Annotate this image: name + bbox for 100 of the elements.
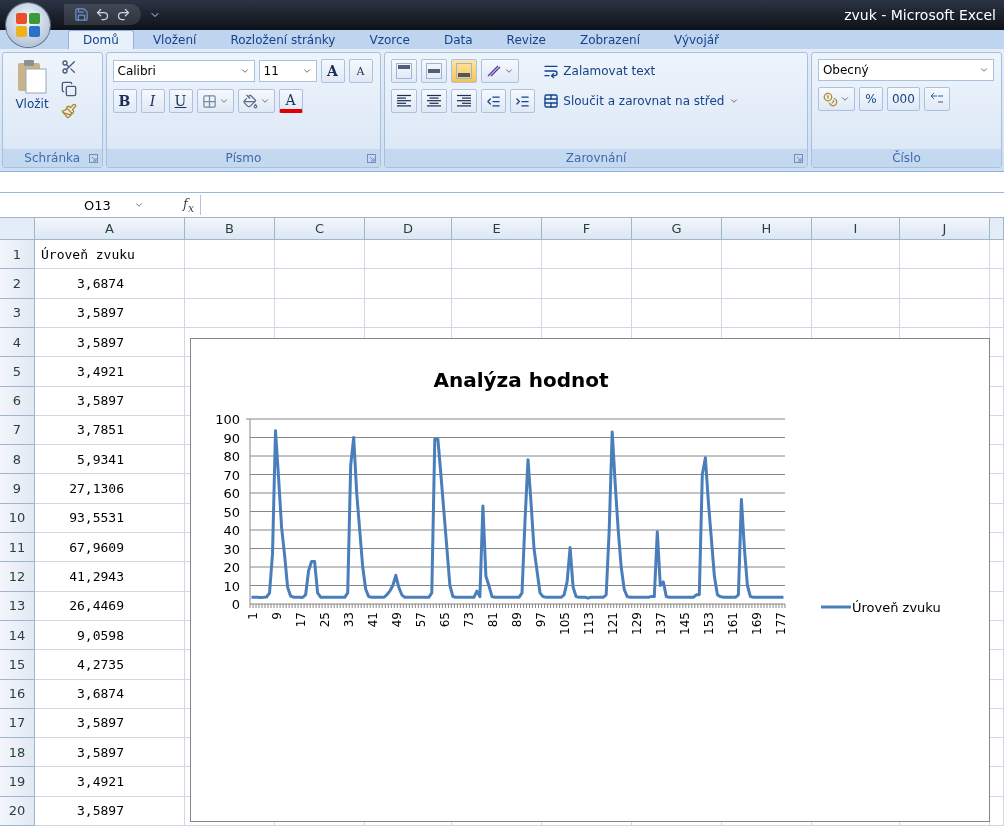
empty-cell (990, 298, 1004, 328)
axis-label: 30 (223, 541, 240, 557)
wrap-text-icon (543, 63, 560, 80)
function-label[interactable]: f$_{x}$ (154, 195, 194, 215)
cut-icon[interactable] (61, 59, 77, 76)
align-left-button[interactable] (391, 89, 418, 114)
axis-label: 90 (223, 430, 240, 446)
name-box[interactable]: O13 (0, 195, 148, 216)
vertical-align-button[interactable] (451, 59, 478, 84)
group-label: Schránka (24, 151, 81, 166)
format-painter-icon[interactable] (61, 103, 77, 120)
column-header[interactable]: A (35, 218, 185, 241)
currency-button[interactable] (817, 87, 855, 112)
table-cell: 3,5897 (35, 298, 185, 328)
align-center-button[interactable] (421, 89, 448, 114)
shrink-font-button[interactable]: A (348, 59, 373, 84)
orientation-button[interactable] (481, 59, 520, 84)
chart-legend: Úroveň zvuku (821, 600, 941, 616)
column-header[interactable]: G (632, 218, 722, 241)
table-cell: 9,0598 (35, 620, 185, 651)
decrease-indent-button[interactable] (481, 89, 507, 114)
axis-label: 129 (630, 612, 645, 635)
copy-icon[interactable] (61, 81, 77, 98)
align-left-icon (396, 94, 413, 109)
underline-button[interactable]: U (168, 89, 193, 114)
ribbon-tab[interactable]: Vývojář (659, 30, 735, 50)
wrap-text-button[interactable]: Zalamovat text (541, 59, 741, 84)
ribbon-tab[interactable]: Rozložení stránky (215, 30, 351, 50)
row-header[interactable]: 11 (0, 533, 35, 563)
axis-label: 80 (223, 449, 240, 465)
align-bottom-icon (456, 63, 473, 80)
axis-label: 121 (606, 612, 621, 635)
column-header[interactable]: I (812, 218, 900, 241)
align-right-button[interactable] (451, 89, 478, 114)
axis-label: 10 (223, 578, 240, 594)
row-header[interactable]: 4 (0, 327, 35, 358)
row-header[interactable]: 6 (0, 386, 35, 416)
column-header[interactable]: H (722, 218, 812, 241)
merge-center-button[interactable]: Sloučit a zarovnat na střed (541, 89, 741, 114)
axis-label: 70 (223, 467, 240, 483)
diagonal-text-icon (486, 64, 503, 79)
ribbon-tab[interactable]: Data (428, 30, 488, 50)
table-cell: 67,9609 (35, 533, 185, 563)
font-size-field[interactable]: 11 (258, 60, 317, 83)
row-header[interactable]: 17 (0, 708, 35, 739)
vertical-align-button[interactable] (391, 59, 418, 84)
table-cell: 3,6874 (35, 269, 185, 299)
column-header[interactable]: C (275, 218, 365, 241)
row-header[interactable]: 5 (0, 357, 35, 387)
chart-area[interactable]: Analýza hodnot 0 10 20 30 40 50 60 70 80 90 100 1 9 17 25 33 41 49 57 65 73 81 89 97 105 113 121 129 137 145 153 161 169 177 Úroveň zvuku (190, 338, 990, 823)
vertical-align-button[interactable] (421, 59, 448, 84)
bold-button[interactable]: B (112, 89, 137, 114)
paste-button[interactable]: Vložit (9, 59, 55, 148)
italic-button[interactable]: I (140, 89, 165, 114)
axis-label: 57 (413, 612, 428, 628)
column-header[interactable]: D (365, 218, 452, 241)
axis-label: 40 (223, 523, 240, 539)
borders-button[interactable] (196, 89, 234, 114)
column-header[interactable]: E (452, 218, 542, 241)
ribbon-tab[interactable]: Domů (68, 30, 134, 50)
row-header[interactable]: 14 (0, 620, 35, 651)
row-header[interactable]: 19 (0, 767, 35, 797)
table-cell: 3,4921 (35, 767, 185, 797)
undo-icon[interactable] (95, 7, 110, 23)
row-header[interactable]: 1 (0, 240, 35, 270)
row-header[interactable]: 9 (0, 474, 35, 504)
ribbon-tab[interactable]: Revize (491, 30, 561, 50)
ribbon-tab[interactable]: Zobrazení (564, 30, 655, 50)
percent-button[interactable]: % (858, 87, 883, 112)
row-header[interactable]: 15 (0, 650, 35, 680)
font-name-field[interactable]: Calibri (112, 60, 255, 83)
align-center-icon (426, 94, 443, 109)
increase-indent-button[interactable] (510, 89, 536, 114)
axis-label: 105 (558, 612, 573, 635)
column-header[interactable]: F (542, 218, 632, 241)
row-header[interactable]: 20 (0, 796, 35, 826)
row-header[interactable]: 16 (0, 679, 35, 709)
ribbon-tab[interactable]: Vložení (137, 30, 212, 50)
row-header[interactable]: 8 (0, 445, 35, 475)
row-header[interactable]: 18 (0, 738, 35, 768)
row-header[interactable]: 3 (0, 298, 35, 328)
row-header[interactable]: 13 (0, 591, 35, 621)
table-cell: 3,7851 (35, 415, 185, 446)
thousands-button[interactable]: 000 (886, 87, 920, 112)
axis-label: 0 (231, 597, 240, 613)
row-header[interactable]: 10 (0, 503, 35, 533)
font-color-button[interactable]: A (278, 89, 303, 114)
column-header[interactable]: J (900, 218, 990, 241)
redo-icon[interactable] (116, 7, 131, 23)
axis-label: 137 (654, 612, 669, 635)
row-header[interactable]: 2 (0, 269, 35, 299)
row-header[interactable]: 12 (0, 562, 35, 592)
column-header[interactable]: B (185, 218, 275, 241)
number-format-field[interactable]: Obecný (817, 59, 994, 82)
clipboard-icon (16, 59, 48, 96)
fill-color-button[interactable] (237, 89, 275, 114)
grow-font-button[interactable]: A (320, 59, 345, 84)
save-icon[interactable] (74, 7, 89, 23)
ribbon-tab[interactable]: Vzorce (354, 30, 425, 50)
row-header[interactable]: 7 (0, 415, 35, 446)
